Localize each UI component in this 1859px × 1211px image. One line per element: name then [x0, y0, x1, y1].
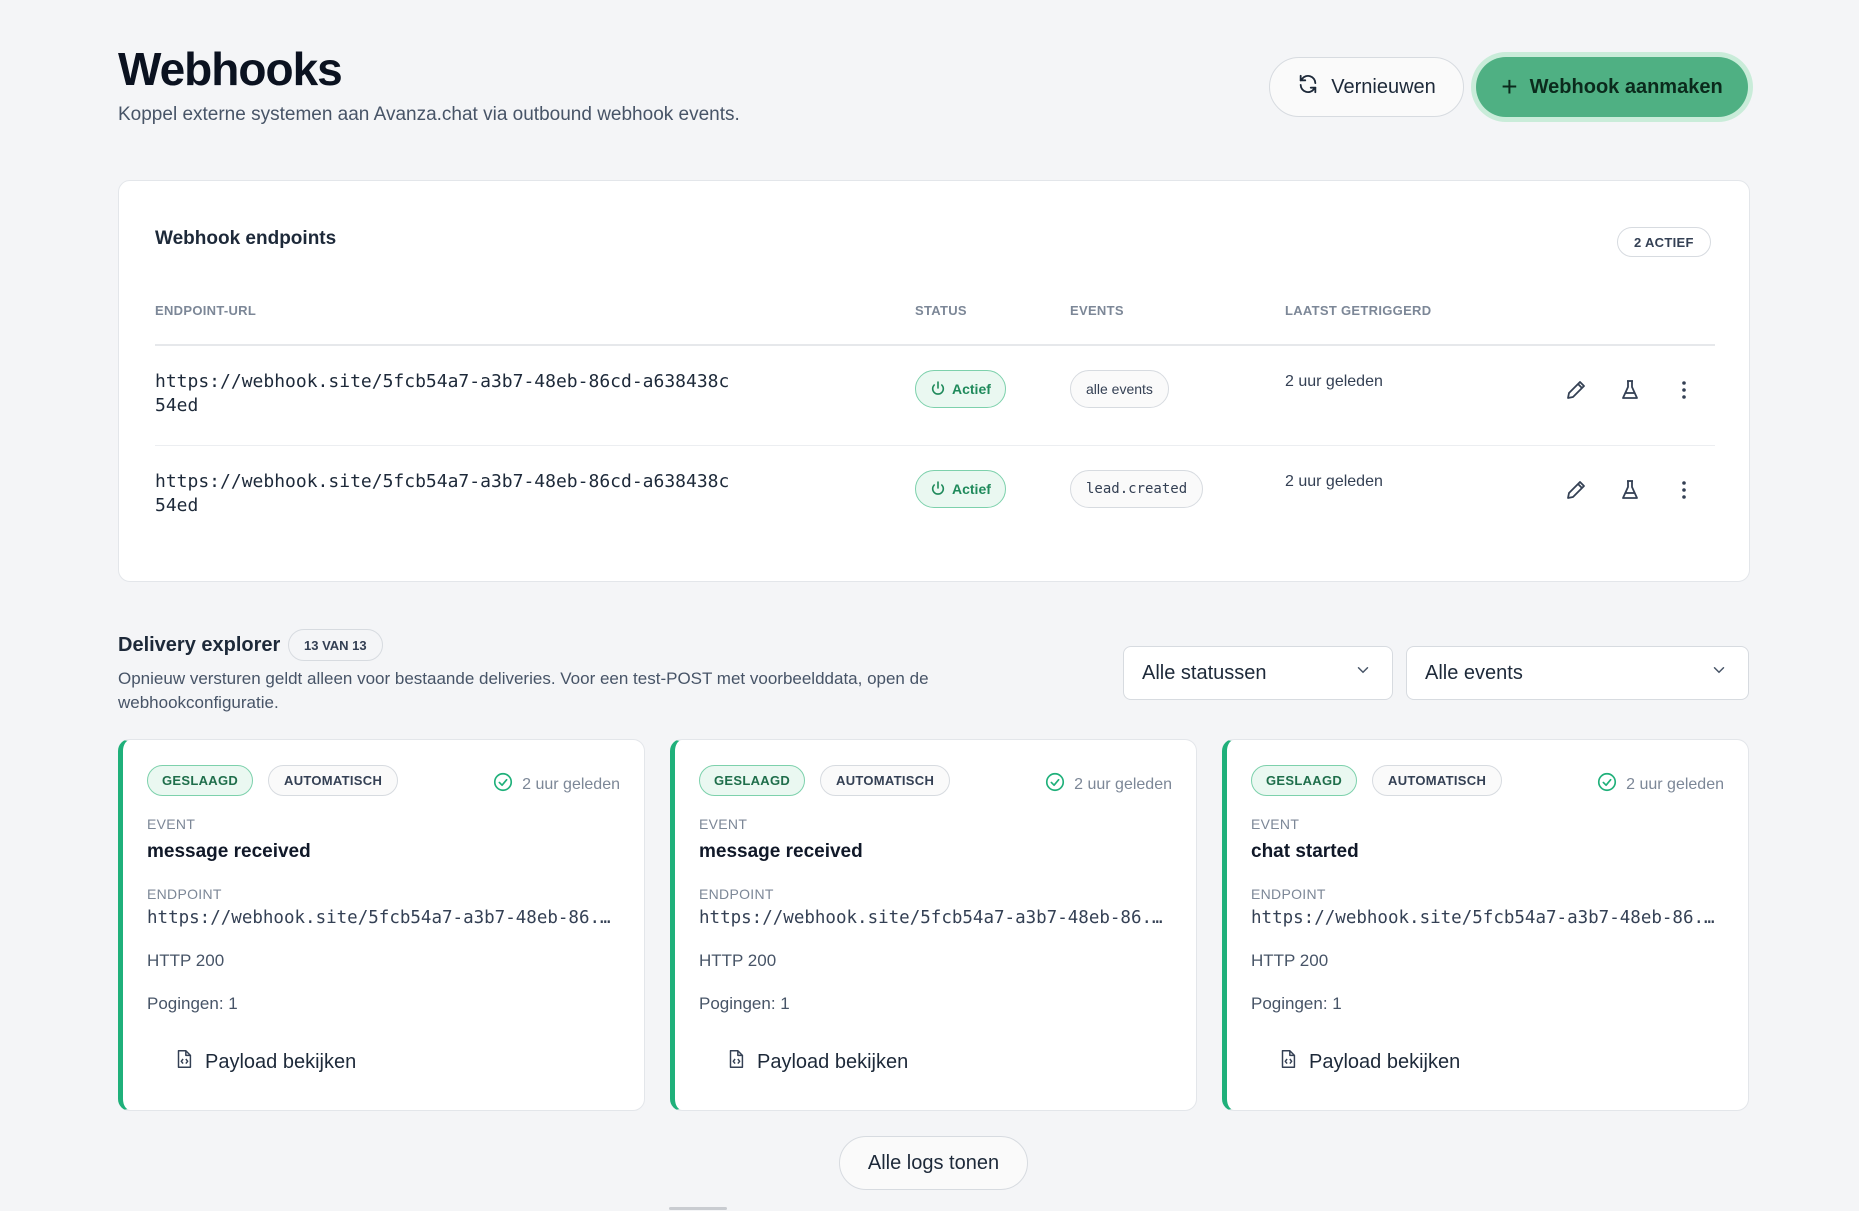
mode-badge: AUTOMATISCH: [820, 765, 951, 796]
power-icon: [930, 480, 946, 499]
delivery-card: GESLAAGD AUTOMATISCH 2 uur geleden EVENT…: [670, 739, 1197, 1111]
active-count-badge: 2 ACTIEF: [1617, 227, 1711, 257]
refresh-label: Vernieuwen: [1331, 75, 1436, 98]
delivery-time-text: 2 uur geleden: [1626, 775, 1724, 793]
mode-badge: AUTOMATISCH: [1372, 765, 1503, 796]
attempts: Pogingen: 1: [699, 994, 790, 1013]
result-badge: GESLAAGD: [147, 765, 254, 796]
row-actions: [1562, 476, 1698, 504]
delivery-count-badge: 13 VAN 13: [288, 629, 383, 661]
scroll-indicator[interactable]: [669, 1207, 727, 1210]
show-all-logs-button[interactable]: Alle logs tonen: [839, 1136, 1028, 1190]
table-row[interactable]: https://webhook.site/5fcb54a7-a3b7-48eb-…: [155, 346, 1715, 446]
view-payload-button[interactable]: Payload bekijken: [1277, 1047, 1460, 1077]
refresh-button[interactable]: Vernieuwen: [1269, 57, 1464, 117]
events-badge: alle events: [1070, 370, 1169, 408]
endpoint-url: https://webhook.site/5fcb54a7-a3b7-48eb-…: [155, 371, 730, 416]
column-header-status: STATUS: [915, 303, 967, 318]
delivery-time: 2 uur geleden: [492, 771, 620, 798]
create-webhook-label: Webhook aanmaken: [1529, 75, 1723, 98]
last-triggered: 2 uur geleden: [1285, 373, 1383, 390]
delivery-card: GESLAAGD AUTOMATISCH 2 uur geleden EVENT…: [118, 739, 645, 1111]
view-payload-label: Payload bekijken: [757, 1050, 909, 1073]
file-code-icon: [725, 1047, 747, 1077]
edit-pencil-icon[interactable]: [1562, 476, 1590, 504]
delivery-time-text: 2 uur geleden: [522, 775, 620, 793]
event-filter-select[interactable]: Alle events: [1406, 646, 1749, 700]
last-triggered: 2 uur geleden: [1285, 473, 1383, 490]
event-filter-value: Alle events: [1425, 661, 1523, 684]
delivery-explorer-title: Delivery explorer: [118, 634, 281, 656]
endpoint-url: https://webhook.site/5fcb54a7-a3b7-48eb-…: [699, 908, 1169, 928]
file-code-icon: [1277, 1047, 1299, 1077]
test-flask-icon[interactable]: [1616, 476, 1644, 504]
refresh-icon: [1297, 73, 1319, 101]
event-name: message received: [147, 841, 311, 862]
edit-pencil-icon[interactable]: [1562, 376, 1590, 404]
view-payload-button[interactable]: Payload bekijken: [725, 1047, 908, 1077]
delivery-explorer-description: Opnieuw versturen geldt alleen voor best…: [118, 669, 929, 712]
delivery-card: GESLAAGD AUTOMATISCH 2 uur geleden EVENT…: [1222, 739, 1749, 1111]
status-filter-select[interactable]: Alle statussen: [1123, 646, 1393, 700]
create-webhook-button[interactable]: + Webhook aanmaken: [1476, 57, 1748, 117]
test-flask-icon[interactable]: [1616, 376, 1644, 404]
check-circle-icon: [1596, 771, 1618, 798]
http-status: HTTP 200: [147, 951, 225, 970]
endpoint-url: https://webhook.site/5fcb54a7-a3b7-48eb-…: [155, 471, 730, 516]
plus-icon: +: [1501, 71, 1518, 102]
endpoint-label: ENDPOINT: [1251, 886, 1326, 902]
table-row[interactable]: https://webhook.site/5fcb54a7-a3b7-48eb-…: [155, 446, 1715, 546]
delivery-time-text: 2 uur geleden: [1074, 775, 1172, 793]
event-label: EVENT: [699, 816, 748, 832]
webhook-endpoints-card: Webhook endpoints 2 ACTIEF ENDPOINT-URL …: [118, 180, 1750, 582]
page-title: Webhooks: [118, 43, 343, 95]
status-label: Actief: [952, 381, 991, 397]
more-vertical-icon[interactable]: [1670, 476, 1698, 504]
row-actions: [1562, 376, 1698, 404]
check-circle-icon: [492, 771, 514, 798]
view-payload-label: Payload bekijken: [205, 1050, 357, 1073]
column-header-events: EVENTS: [1070, 303, 1124, 318]
status-filter-value: Alle statussen: [1142, 661, 1267, 684]
page-subtitle: Koppel externe systemen aan Avanza.chat …: [118, 104, 740, 125]
more-vertical-icon[interactable]: [1670, 376, 1698, 404]
http-status: HTTP 200: [1251, 951, 1329, 970]
endpoint-label: ENDPOINT: [699, 886, 774, 902]
power-icon: [930, 380, 946, 399]
result-badge: GESLAAGD: [699, 765, 806, 796]
status-badge: Actief: [915, 470, 1006, 508]
view-payload-label: Payload bekijken: [1309, 1050, 1461, 1073]
status-label: Actief: [952, 481, 991, 497]
column-header-url: ENDPOINT-URL: [155, 303, 257, 318]
event-label: EVENT: [1251, 816, 1300, 832]
endpoint-url: https://webhook.site/5fcb54a7-a3b7-48eb-…: [147, 908, 617, 928]
events-badge: lead.created: [1070, 470, 1204, 508]
attempts: Pogingen: 1: [1251, 994, 1342, 1013]
status-badge: Actief: [915, 370, 1006, 408]
chevron-down-icon: [1710, 661, 1728, 685]
delivery-time: 2 uur geleden: [1596, 771, 1724, 798]
endpoint-url: https://webhook.site/5fcb54a7-a3b7-48eb-…: [1251, 908, 1721, 928]
event-label: EVENT: [147, 816, 196, 832]
chevron-down-icon: [1354, 661, 1372, 685]
attempts: Pogingen: 1: [147, 994, 238, 1013]
endpoint-label: ENDPOINT: [147, 886, 222, 902]
http-status: HTTP 200: [699, 951, 777, 970]
check-circle-icon: [1044, 771, 1066, 798]
endpoints-title: Webhook endpoints: [155, 228, 337, 249]
mode-badge: AUTOMATISCH: [268, 765, 399, 796]
delivery-time: 2 uur geleden: [1044, 771, 1172, 798]
view-payload-button[interactable]: Payload bekijken: [173, 1047, 356, 1077]
result-badge: GESLAAGD: [1251, 765, 1358, 796]
event-name: chat started: [1251, 841, 1359, 862]
webhooks-page: Webhooks Koppel externe systemen aan Ava…: [0, 0, 1859, 1211]
column-header-last-triggered: LAATST GETRIGGERD: [1285, 303, 1432, 318]
file-code-icon: [173, 1047, 195, 1077]
event-name: message received: [699, 841, 863, 862]
